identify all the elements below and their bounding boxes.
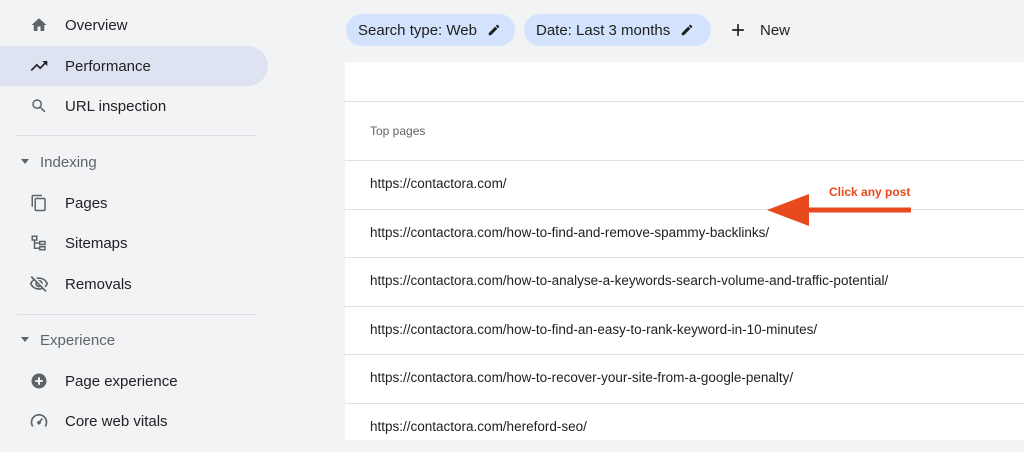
- arrow-left-icon: [767, 194, 911, 226]
- sidebar-item-label: Core web vitals: [65, 412, 168, 430]
- sidebar-item-core-web-vitals[interactable]: Core web vitals: [0, 401, 268, 441]
- page-url: https://contactora.com/how-to-find-and-r…: [370, 225, 770, 240]
- sidebar-divider: [17, 135, 256, 136]
- caret-down-icon: [21, 337, 29, 342]
- table-row[interactable]: https://contactora.com/hereford-seo/: [345, 404, 1024, 452]
- section-indexing-toggle[interactable]: Indexing: [0, 147, 268, 177]
- page-url: https://contactora.com/: [370, 176, 507, 191]
- top-pages-card: Top pages https://contactora.com/ https:…: [345, 62, 1024, 440]
- sidebar-divider: [17, 314, 256, 315]
- sidebar-item-label: Overview: [65, 16, 128, 34]
- sitemap-icon: [29, 233, 49, 253]
- new-filter-button[interactable]: New: [728, 14, 790, 46]
- pages-icon: [29, 193, 49, 213]
- table-row[interactable]: https://contactora.com/how-to-find-an-ea…: [345, 307, 1024, 355]
- sidebar-item-label: Pages: [65, 194, 108, 212]
- search-icon: [29, 96, 49, 116]
- page-url: https://contactora.com/how-to-analyse-a-…: [370, 273, 889, 288]
- date-filter-chip[interactable]: Date: Last 3 months: [524, 14, 711, 46]
- page-experience-icon: [29, 371, 49, 391]
- sidebar-item-label: Page experience: [65, 372, 178, 390]
- chip-label: Search type: Web: [358, 21, 477, 39]
- page-url: https://contactora.com/how-to-recover-yo…: [370, 370, 794, 385]
- sidebar-item-label: Sitemaps: [65, 234, 128, 252]
- trending-up-icon: [29, 56, 49, 76]
- row-divider: [345, 101, 1024, 102]
- sidebar-item-label: Removals: [65, 275, 132, 293]
- home-icon: [29, 15, 49, 35]
- sidebar-item-sitemaps[interactable]: Sitemaps: [0, 223, 268, 263]
- chip-label: Date: Last 3 months: [536, 21, 671, 39]
- sidebar-item-pages[interactable]: Pages: [0, 183, 268, 223]
- pencil-icon: [487, 23, 501, 37]
- sidebar: Overview Performance URL inspection Inde…: [0, 0, 285, 440]
- pencil-icon: [680, 23, 694, 37]
- table-row[interactable]: https://contactora.com/how-to-recover-yo…: [345, 355, 1024, 403]
- caret-down-icon: [21, 159, 29, 164]
- sidebar-item-performance[interactable]: Performance: [0, 46, 268, 86]
- sidebar-item-url-inspection[interactable]: URL inspection: [0, 86, 268, 126]
- new-button-label: New: [760, 21, 791, 39]
- page-url: https://contactora.com/how-to-find-an-ea…: [370, 322, 818, 337]
- removals-icon: [29, 274, 49, 294]
- table-row[interactable]: https://contactora.com/: [345, 161, 1024, 209]
- section-label: Indexing: [40, 153, 97, 171]
- sidebar-item-page-experience[interactable]: Page experience: [0, 361, 268, 401]
- table-row[interactable]: https://contactora.com/how-to-analyse-a-…: [345, 258, 1024, 306]
- sidebar-item-label: Performance: [65, 57, 151, 75]
- section-experience-toggle[interactable]: Experience: [0, 325, 268, 355]
- table-row[interactable]: https://contactora.com/how-to-find-and-r…: [345, 210, 1024, 258]
- column-header-top-pages: Top pages: [370, 124, 426, 138]
- sidebar-item-label: URL inspection: [65, 97, 167, 115]
- speedometer-icon: [29, 411, 49, 431]
- plus-icon: [728, 20, 748, 40]
- section-label: Experience: [40, 331, 116, 349]
- search-type-filter-chip[interactable]: Search type: Web: [346, 14, 515, 46]
- sidebar-item-overview[interactable]: Overview: [0, 5, 268, 45]
- page-url: https://contactora.com/hereford-seo/: [370, 419, 587, 434]
- sidebar-item-removals[interactable]: Removals: [0, 264, 268, 304]
